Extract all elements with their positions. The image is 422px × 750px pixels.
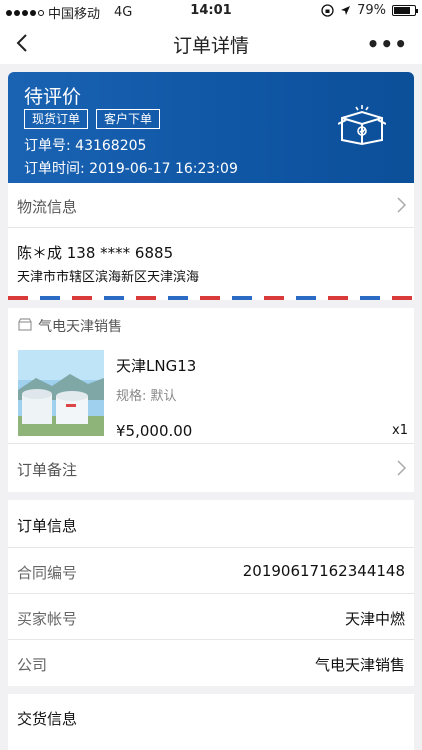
delivery-info-title: 交货信息 bbox=[17, 710, 78, 728]
order-number: 43168205 bbox=[75, 138, 147, 154]
battery-percent: 79% bbox=[357, 3, 386, 18]
product-item[interactable]: 天津LNG13 规格: 默认 ¥5,000.00 x1 bbox=[8, 338, 414, 444]
page-title: 订单详情 bbox=[172, 35, 249, 57]
order-info-header: 订单信息 bbox=[8, 500, 414, 548]
battery-icon bbox=[392, 5, 418, 16]
order-remark-label: 订单备注 bbox=[17, 461, 78, 479]
delivery-info-section: 交货信息 bbox=[8, 694, 414, 750]
order-status-banner: 待评价 现货订单 客户下单 订单号: 43168205 订单时间: 2019-0… bbox=[8, 72, 414, 183]
product-name: 天津LNG13 bbox=[116, 357, 197, 375]
order-time: 2019-06-17 16:23:09 bbox=[89, 161, 238, 177]
company-value: 气电天津销售 bbox=[314, 656, 405, 674]
shop-name: 气电天津销售 bbox=[38, 319, 122, 335]
shop-icon bbox=[18, 318, 32, 331]
buyer-account-row: 买家帐号 天津中燃 bbox=[8, 594, 414, 640]
buyer-account-label: 买家帐号 bbox=[17, 610, 78, 628]
buyer-account-value: 天津中燃 bbox=[344, 610, 405, 628]
order-source-tag: 客户下单 bbox=[96, 109, 161, 129]
product-thumbnail bbox=[18, 350, 104, 436]
logistics-label: 物流信息 bbox=[17, 198, 78, 216]
contract-number-row: 合同编号 20190617162344148 bbox=[8, 548, 414, 594]
more-button[interactable]: ••• bbox=[367, 32, 408, 56]
shipping-address: 陈＊成 138 **** 6885 天津市市辖区滨海新区天津滨海 bbox=[8, 228, 414, 296]
order-type-tag: 现货订单 bbox=[24, 109, 89, 129]
order-status: 待评价 bbox=[24, 86, 82, 108]
shop-header: 气电天津销售 bbox=[8, 308, 414, 338]
package-icon bbox=[338, 105, 386, 146]
recipient-address: 天津市市辖区滨海新区天津滨海 bbox=[17, 270, 200, 285]
location-arrow-icon bbox=[341, 6, 351, 15]
product-price: ¥5,000.00 bbox=[116, 422, 193, 440]
logistics-row[interactable]: 物流信息 bbox=[8, 183, 414, 228]
product-spec: 规格: 默认 bbox=[116, 389, 177, 404]
order-time-line: 订单时间: 2019-06-17 16:23:09 bbox=[24, 158, 238, 178]
recipient-name-phone: 陈＊成 138 **** 6885 bbox=[17, 244, 174, 262]
order-number-line: 订单号: 43168205 bbox=[24, 135, 146, 155]
chevron-right-icon bbox=[397, 460, 407, 476]
order-number-label: 订单号: bbox=[24, 138, 71, 154]
rotation-lock-icon bbox=[321, 4, 334, 17]
status-right: 79% bbox=[321, 3, 418, 18]
order-info-title: 订单信息 bbox=[17, 517, 78, 535]
order-time-label: 订单时间: bbox=[24, 161, 85, 177]
envelope-stripe bbox=[8, 296, 414, 300]
status-bar: 中国移动 4G 14:01 79% bbox=[0, 0, 422, 22]
order-tags: 现货订单 客户下单 bbox=[24, 109, 161, 129]
company-row: 公司 气电天津销售 bbox=[8, 640, 414, 686]
order-info-section: 订单信息 合同编号 20190617162344148 买家帐号 天津中燃 公司… bbox=[8, 500, 414, 686]
contract-number-value: 20190617162344148 bbox=[242, 562, 405, 580]
product-quantity: x1 bbox=[392, 423, 408, 438]
nav-bar: 订单详情 ••• bbox=[0, 22, 422, 64]
page-content: 待评价 现货订单 客户下单 订单号: 43168205 订单时间: 2019-0… bbox=[0, 64, 422, 750]
contract-number-label: 合同编号 bbox=[17, 564, 78, 582]
order-remark-row[interactable]: 订单备注 bbox=[8, 444, 414, 492]
chevron-right-icon bbox=[397, 197, 407, 213]
company-label: 公司 bbox=[17, 656, 48, 674]
